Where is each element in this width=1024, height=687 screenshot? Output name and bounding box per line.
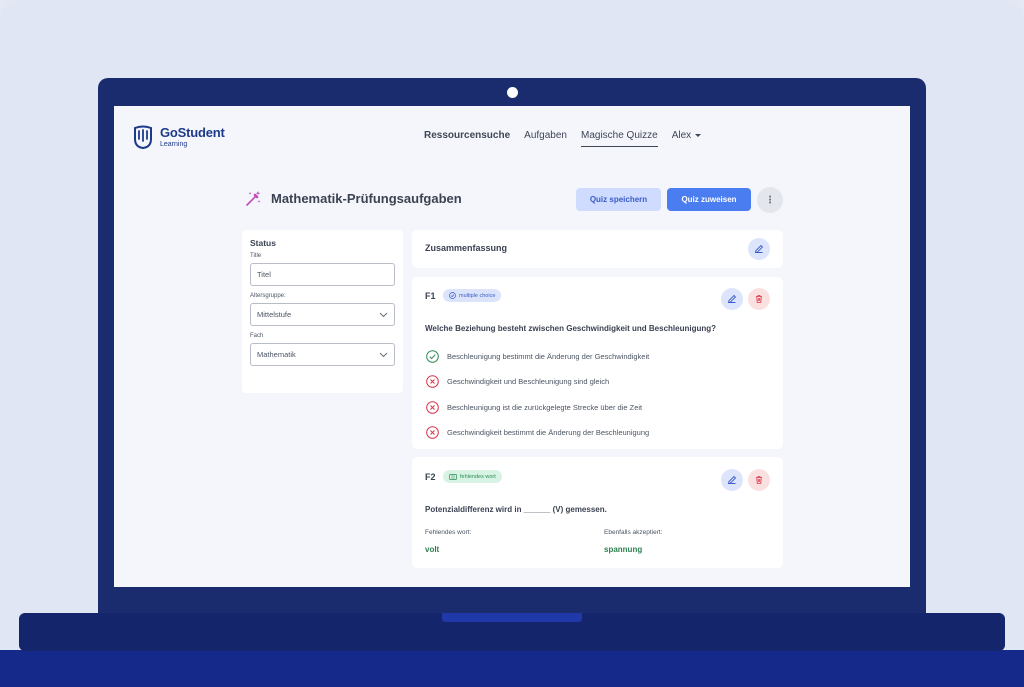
subject-label: Fach (250, 333, 264, 339)
title-input[interactable]: Titel (250, 263, 395, 286)
answer-list: Beschleunigung bestimmt die Änderung der… (426, 344, 649, 445)
magic-wand-icon (246, 191, 261, 206)
brand-name: GoStudent (160, 125, 225, 140)
subject-value: Mathematik (257, 350, 296, 359)
edit-summary-button[interactable] (748, 238, 770, 260)
floor-band (0, 650, 1024, 687)
wrong-x-icon (426, 426, 439, 439)
save-quiz-button[interactable]: Quiz speichern (576, 188, 661, 211)
summary-title: Zusammenfassung (425, 243, 508, 253)
chevron-down-icon (379, 312, 388, 317)
webcam (507, 87, 518, 98)
edit-question-button[interactable] (721, 469, 743, 491)
delete-question-button[interactable] (748, 469, 770, 491)
answer-option: Geschwindigkeit und Beschleunigung sind … (426, 369, 649, 394)
delete-question-button[interactable] (748, 288, 770, 310)
page-title: Mathematik-Prüfungsaufgaben (271, 191, 462, 206)
user-name: Alex (671, 130, 692, 141)
accepted-label: Ebenfalls akzeptiert: (604, 529, 663, 536)
answer-option: Beschleunigung ist die zurückgelegte Str… (426, 395, 649, 420)
answer-text: Geschwindigkeit bestimmt die Änderung de… (447, 428, 650, 438)
question-card-f2: F2 fehlendes wort Potenzialdifferenz wir… (412, 457, 783, 568)
summary-card: Zusammenfassung (412, 230, 783, 268)
missing-word-label: Fehlendes wort: (425, 529, 472, 536)
answer-text: Beschleunigung ist die zurückgelegte Str… (447, 402, 643, 412)
subject-select[interactable]: Mathematik (250, 343, 395, 366)
app-screen: GoStudent Learning Ressourcensuche Aufga… (114, 106, 910, 587)
answer-text: Beschleunigung bestimmt die Änderung der… (447, 352, 650, 362)
brand-sub: Learning (160, 141, 188, 148)
more-options-button[interactable]: ⋮ (757, 187, 783, 213)
check-circle-icon (449, 292, 456, 299)
pencil-icon (754, 244, 764, 254)
caret-down-icon (695, 134, 702, 137)
user-menu[interactable]: Alex (671, 130, 702, 146)
wrong-x-icon (426, 400, 439, 414)
question-text: Welche Beziehung besteht zwischen Geschw… (425, 324, 717, 333)
question-number: F2 (425, 472, 436, 482)
accepted-value: spannung (604, 545, 643, 554)
status-panel: Status Title Titel Altersgruppe: Mittels… (242, 230, 403, 393)
title-row: Mathematik-Prüfungsaufgaben Quiz speiche… (244, 187, 784, 214)
laptop-hinge (442, 613, 582, 622)
assign-quiz-button[interactable]: Quiz zuweisen (667, 188, 751, 211)
title-label: Title (250, 253, 262, 259)
pencil-icon (727, 475, 737, 485)
trash-icon (756, 476, 762, 484)
question-number: F1 (425, 291, 436, 301)
age-group-select[interactable]: Mittelstufe (250, 303, 395, 326)
missing-word-value: volt (425, 545, 440, 554)
edit-question-button[interactable] (721, 288, 743, 310)
keyboard-icon (449, 473, 457, 480)
age-group-label: Altersgruppe: (250, 293, 286, 299)
answer-option: Geschwindigkeit bestimmt die Änderung de… (426, 420, 649, 445)
nav-item-ressourcensuche[interactable]: Ressourcensuche (424, 130, 510, 146)
age-group-value: Mittelstufe (257, 310, 292, 319)
badge-label: multiple choice (459, 292, 496, 299)
question-text: Potenzialdifferenz wird in ______ (V) ge… (425, 505, 607, 514)
nav-item-aufgaben[interactable]: Aufgaben (524, 130, 567, 146)
question-card-f1: F1 multiple choice Welche Beziehung best… (412, 277, 783, 449)
logo[interactable]: GoStudent Learning (132, 124, 225, 150)
gostudent-logo-icon (134, 125, 152, 150)
trash-icon (756, 295, 762, 303)
nav-item-magische-quizze[interactable]: Magische Quizze (580, 130, 658, 147)
question-type-badge: fehlendes wort (443, 470, 502, 483)
wrong-x-icon (426, 375, 439, 389)
badge-label: fehlendes wort (460, 473, 496, 480)
pencil-icon (727, 294, 737, 304)
chevron-down-icon (379, 352, 388, 357)
status-heading: Status (250, 238, 276, 248)
main-nav: Ressourcensuche Aufgaben Magische Quizze… (424, 130, 702, 147)
answer-text: Geschwindigkeit und Beschleunigung sind … (447, 377, 610, 387)
question-type-badge: multiple choice (443, 289, 502, 302)
correct-check-icon (426, 350, 439, 363)
title-input-placeholder: Titel (257, 270, 271, 279)
answer-option: Beschleunigung bestimmt die Änderung der… (426, 344, 649, 369)
